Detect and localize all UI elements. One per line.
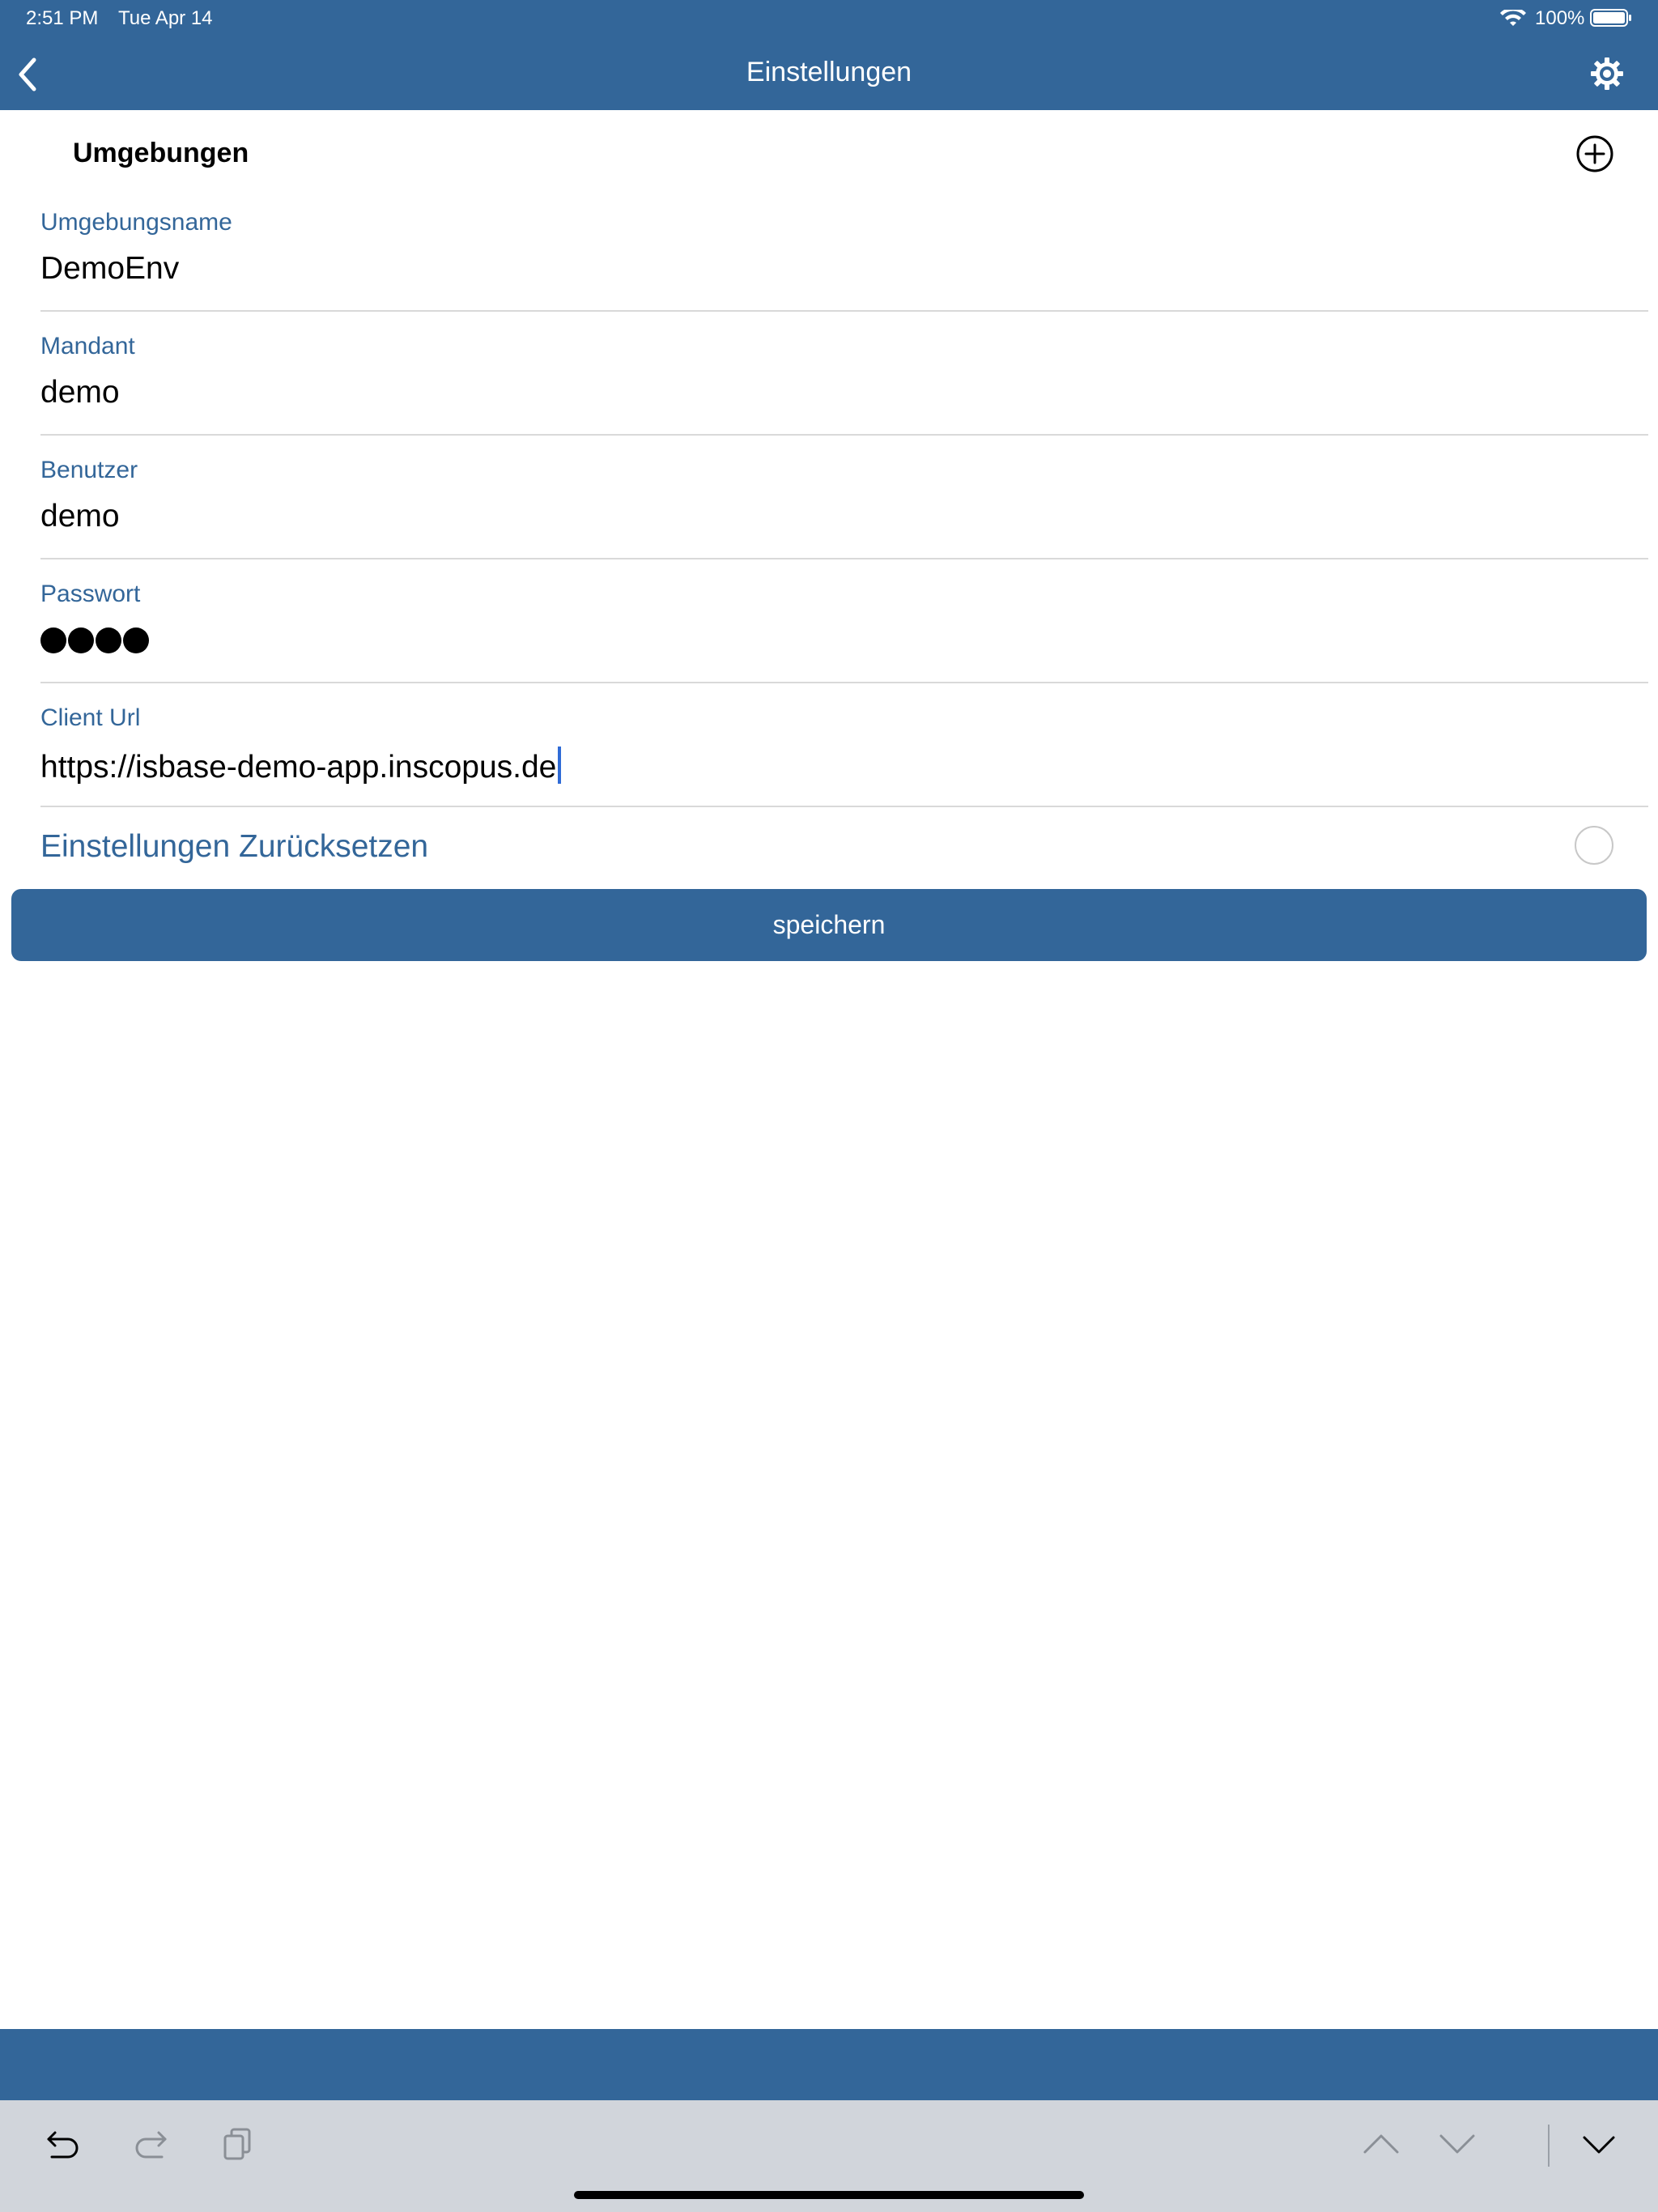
divider [40,310,1648,312]
status-date: Tue Apr 14 [118,7,213,29]
env-name-field: Umgebungsname [0,209,1658,333]
paste-icon[interactable] [219,2125,257,2163]
client-url-input[interactable]: https://isbase-demo-app.inscopus.de [40,747,1579,785]
password-field[interactable]: Passwort [0,581,1658,704]
keyboard-toolbar [0,2100,1658,2212]
client-url-value: https://isbase-demo-app.inscopus.de [40,750,557,785]
battery-icon [1590,9,1631,27]
user-field: Benutzer [0,457,1658,581]
bottom-bar [0,2029,1658,2100]
chevron-up-icon[interactable] [1362,2125,1401,2163]
status-bar: 2:51 PM Tue Apr 14 100% [0,0,1658,37]
user-input[interactable] [40,499,1579,534]
redo-icon[interactable] [131,2125,170,2163]
mandant-label: Mandant [40,333,135,359]
undo-icon[interactable] [44,2125,83,2163]
password-dot [123,627,149,653]
password-input[interactable] [40,627,149,653]
divider [40,682,1648,683]
text-caret [558,747,562,784]
page-title: Einstellungen [746,57,912,87]
wifi-icon [1500,10,1526,26]
client-url-field[interactable]: Client Url https://isbase-demo-app.insco… [0,704,1658,828]
battery-percent: 100% [1535,7,1585,29]
password-dot [68,627,94,653]
env-name-label: Umgebungsname [40,209,232,236]
home-indicator [574,2191,1084,2199]
divider [40,558,1648,559]
env-name-input[interactable] [40,251,1579,287]
reset-settings-row[interactable]: Einstellungen Zurücksetzen [0,823,1658,871]
toolbar-separator [1548,2125,1550,2167]
chevron-down-icon[interactable] [1438,2125,1477,2163]
section-title: Umgebungen [73,138,249,168]
divider [40,806,1648,807]
plus-circle-icon[interactable] [1575,134,1614,173]
client-url-label: Client Url [40,704,141,731]
gear-icon[interactable] [1590,57,1624,91]
divider [40,434,1648,436]
password-label: Passwort [40,581,141,607]
mandant-field: Mandant [0,333,1658,457]
password-dot [40,627,66,653]
mandant-input[interactable] [40,375,1579,410]
reset-settings-label[interactable]: Einstellungen Zurücksetzen [40,829,428,865]
user-label: Benutzer [40,457,138,483]
password-dot [96,627,121,653]
reset-settings-toggle[interactable] [1575,826,1613,865]
keyboard-dismiss-icon[interactable] [1579,2125,1618,2163]
settings-screen: 2:51 PM Tue Apr 14 100% Einstellungen Um… [0,0,1658,2212]
top-bar: 2:51 PM Tue Apr 14 100% Einstellungen [0,0,1658,110]
save-button[interactable]: speichern [11,889,1647,961]
status-time: 2:51 PM [26,7,99,29]
